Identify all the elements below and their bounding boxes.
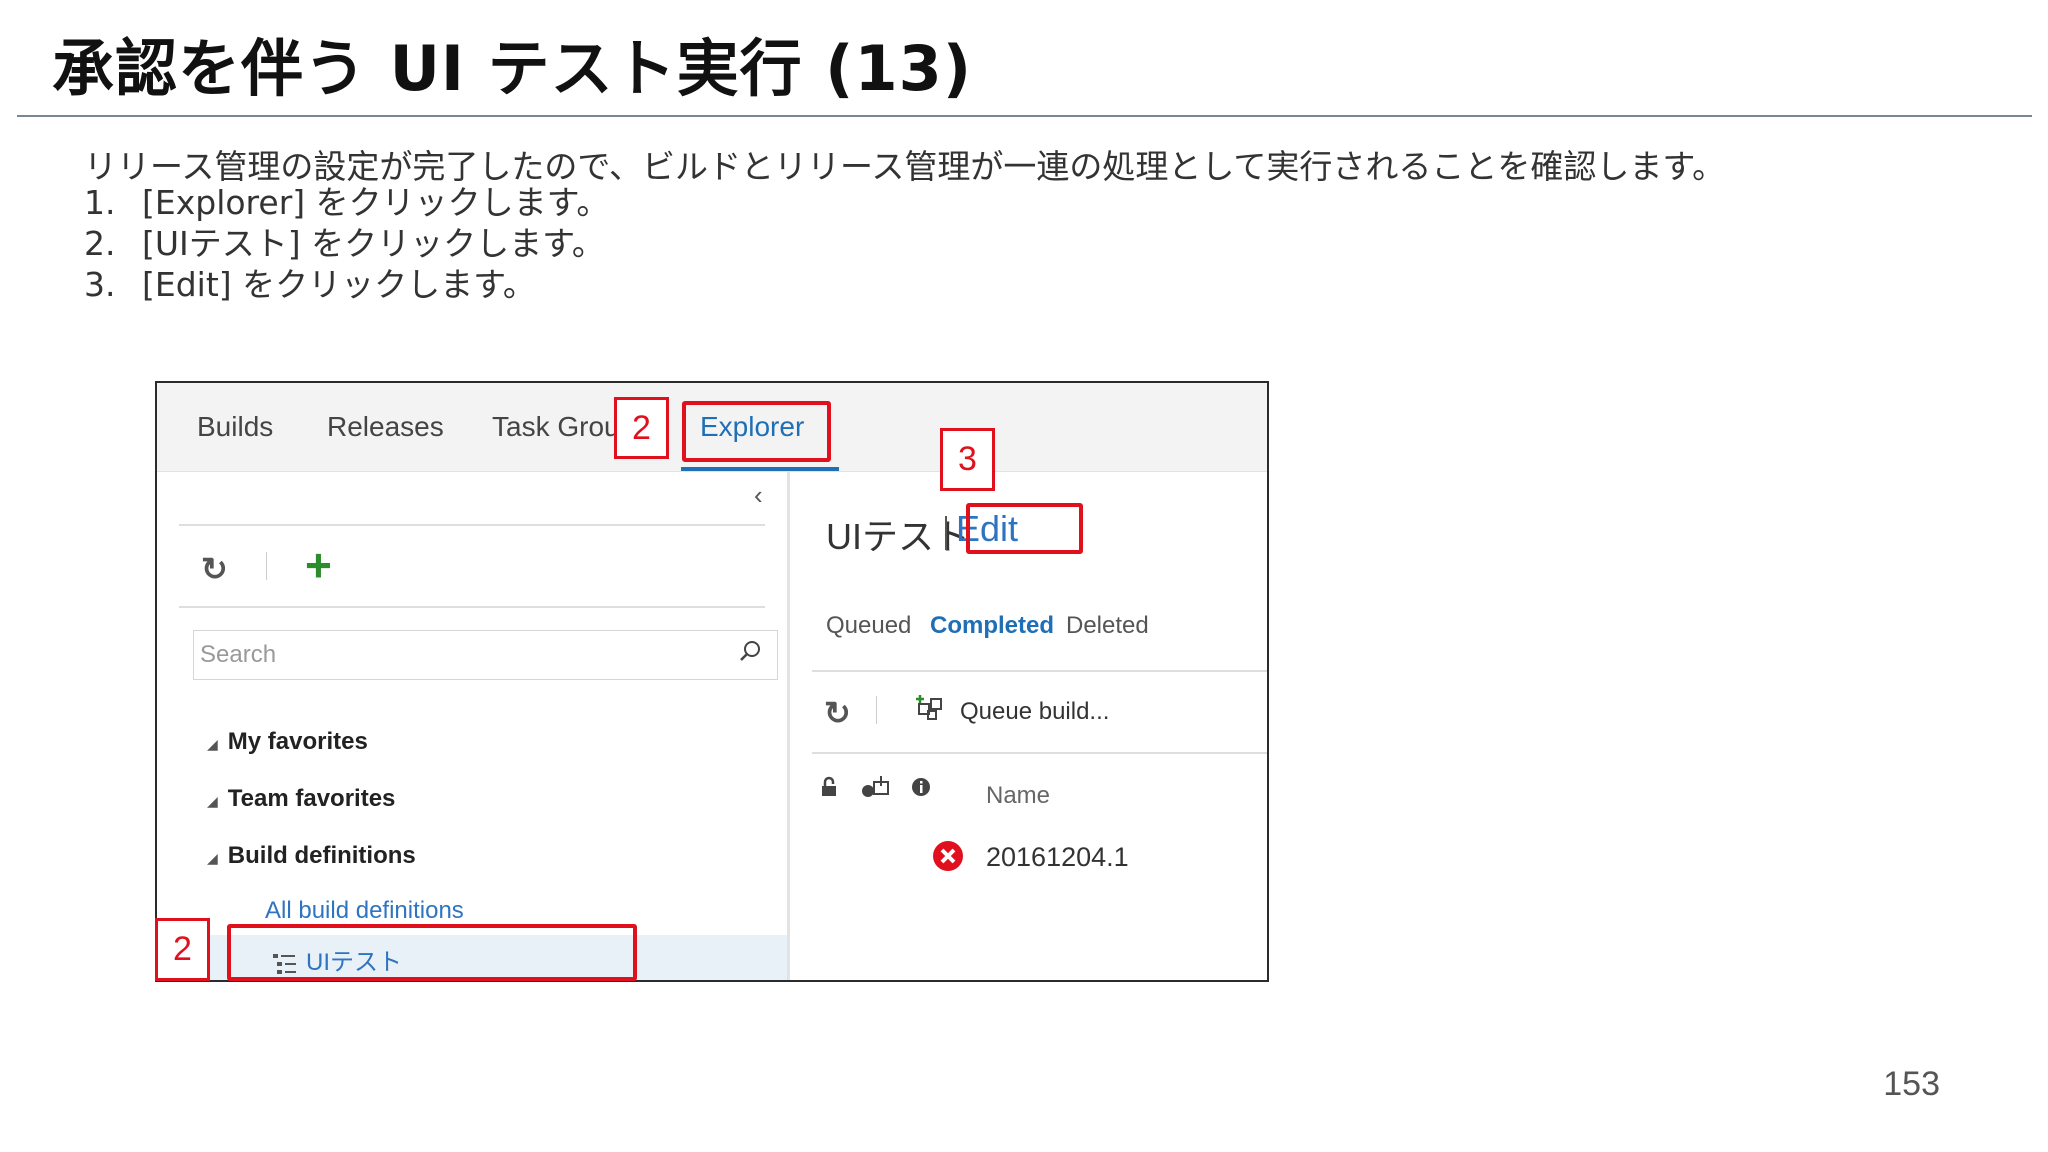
step-text: [Edit] をクリックします。	[142, 265, 536, 304]
active-tab-indicator	[681, 467, 839, 471]
definitions-panel: ‹ ↻ + ◢My favorites ◢Team favorites ◢Bui…	[157, 472, 790, 980]
caret-down-icon: ◢	[207, 850, 218, 866]
search-icon[interactable]	[739, 640, 761, 662]
add-icon[interactable]: +	[305, 538, 332, 592]
tab-deleted[interactable]: Deleted	[1066, 612, 1149, 640]
divider	[812, 670, 1267, 672]
step-number: 3.	[84, 265, 116, 304]
tree-my-favorites[interactable]: ◢ My favorites	[207, 728, 368, 756]
refresh-icon[interactable]: ↻	[201, 550, 228, 588]
divider	[812, 752, 1267, 754]
divider	[179, 606, 765, 608]
queue-build-button[interactable]: Queue build...	[960, 698, 1109, 726]
tab-completed[interactable]: Completed	[930, 612, 1054, 640]
step-3: 3. [Edit] をクリックします。	[84, 264, 609, 305]
step-list: 1. [Explorer] をクリックします。 2. [UIテスト] をクリックしま…	[84, 182, 609, 305]
search-input[interactable]	[193, 630, 778, 680]
callout-badge-explorer: 2	[614, 397, 669, 459]
highlight-explorer-tab	[682, 401, 831, 462]
toolbar-separator	[266, 552, 267, 580]
retain-icon	[862, 776, 889, 797]
tree-build-definitions[interactable]: ◢ Build definitions	[207, 842, 416, 870]
step-2: 2. [UIテスト] をクリックします。	[84, 223, 609, 264]
title-divider	[17, 115, 2032, 117]
slide-title: 承認を伴う UI テスト実行 (13)	[52, 32, 973, 105]
step-text: [UIテスト] をクリックします。	[142, 224, 605, 263]
info-icon	[912, 778, 930, 796]
definition-title: UIテスト	[826, 516, 971, 557]
step-text: [Explorer] をクリックします。	[142, 183, 610, 222]
queue-build-icon	[916, 695, 942, 720]
column-header-name: Name	[986, 782, 1051, 809]
page-number: 153	[1883, 1065, 1940, 1103]
all-build-definitions-link[interactable]: All build definitions	[265, 897, 464, 925]
caret-down-icon: ◢	[207, 736, 218, 752]
vsts-screenshot: Builds Releases Task Grou Explorer ‹ ↻ +…	[155, 381, 1269, 982]
tab-queued[interactable]: Queued	[826, 612, 911, 640]
toolbar-separator	[876, 696, 877, 724]
step-1: 1. [Explorer] をクリックします。	[84, 182, 609, 223]
callout-badge-tree: 2	[155, 918, 210, 981]
chevron-left-icon[interactable]: ‹	[754, 480, 763, 511]
caret-down-icon: ◢	[207, 793, 218, 809]
build-failed-icon	[933, 841, 963, 871]
tree-team-favorites[interactable]: ◢ Team favorites	[207, 785, 395, 813]
tab-task-groups[interactable]: Task Grou	[492, 411, 627, 443]
step-number: 1.	[84, 183, 116, 222]
callout-badge-edit: 3	[940, 428, 995, 491]
lock-icon	[822, 776, 836, 796]
highlight-ui-test-definition	[227, 924, 637, 981]
tab-releases[interactable]: Releases	[327, 411, 444, 443]
intro-text: リリース管理の設定が完了したので、ビルドとリリース管理が一連の処理として実行され…	[84, 147, 1726, 186]
divider	[179, 524, 765, 526]
title-separator	[945, 516, 947, 550]
tab-builds[interactable]: Builds	[197, 411, 273, 443]
build-name-link[interactable]: 20161204.1	[986, 842, 1129, 873]
refresh-icon[interactable]: ↻	[824, 694, 851, 732]
highlight-edit-link	[966, 503, 1083, 554]
step-number: 2.	[84, 224, 116, 263]
